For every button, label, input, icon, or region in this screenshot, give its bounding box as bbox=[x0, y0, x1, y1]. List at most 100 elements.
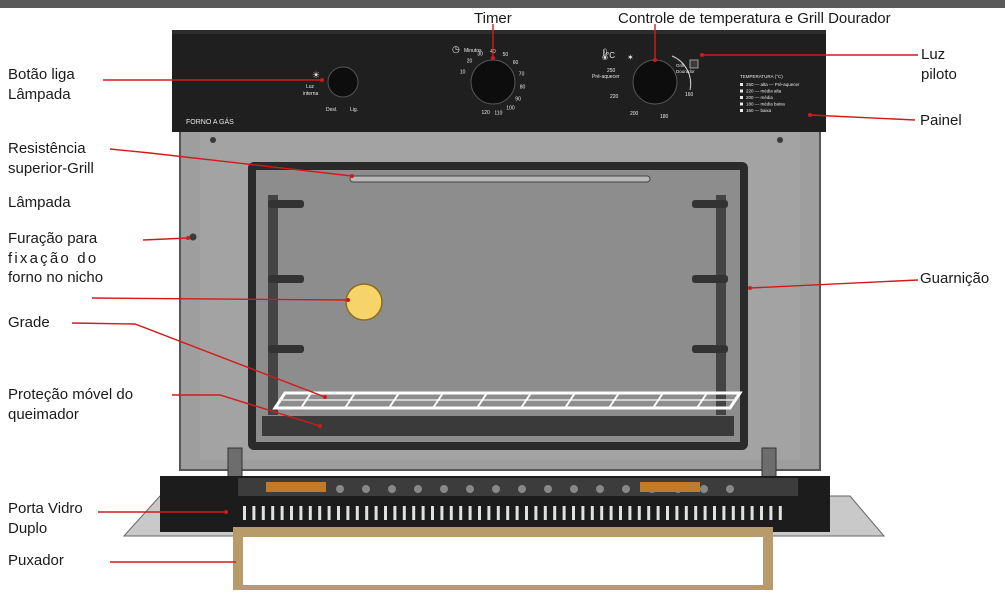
door-vent bbox=[600, 506, 604, 520]
door-vent bbox=[337, 506, 340, 520]
door-vent bbox=[572, 506, 575, 520]
door-bump bbox=[726, 485, 734, 493]
door-vent bbox=[694, 506, 698, 520]
left-hinge bbox=[227, 447, 243, 481]
door-vent bbox=[318, 506, 322, 520]
temp-table-title: TEMPERATURA (°C) bbox=[740, 74, 783, 79]
lamp-knob[interactable] bbox=[327, 66, 359, 98]
door-bump bbox=[466, 485, 474, 493]
timer-tick-label: 20 bbox=[467, 59, 473, 65]
door-vent bbox=[581, 506, 585, 520]
temp-table-bullet bbox=[740, 83, 743, 86]
label-handle: Puxador bbox=[8, 552, 64, 569]
door-vent bbox=[431, 506, 434, 520]
door-vent bbox=[609, 506, 613, 520]
label-fixing-2: fixação do bbox=[8, 250, 99, 267]
temp-mark: 160 bbox=[685, 92, 694, 98]
lamp-off-label: Desl. bbox=[326, 107, 337, 113]
grill-label: Grill bbox=[676, 63, 684, 68]
timer-tick-label: 30 bbox=[477, 51, 483, 57]
temp-table-bullet bbox=[740, 96, 743, 99]
left-rack-rail bbox=[268, 195, 278, 415]
frame-screw bbox=[777, 137, 783, 143]
temp-table-bullet bbox=[740, 109, 743, 112]
temp-table-bullet bbox=[740, 89, 743, 93]
door-vent bbox=[778, 506, 782, 520]
label-grill-1: Resistência bbox=[8, 140, 86, 157]
timer-knob[interactable] bbox=[470, 59, 516, 105]
timer-tick-label: 70 bbox=[519, 72, 525, 78]
door-vent bbox=[468, 506, 472, 520]
temp-mark: 200 bbox=[630, 111, 639, 117]
door-vent bbox=[327, 506, 331, 520]
door-handle bbox=[233, 527, 773, 595]
burner-protection bbox=[262, 416, 734, 436]
door-vent bbox=[421, 506, 425, 520]
label-door-1: Porta Vidro bbox=[8, 500, 83, 517]
door-vent bbox=[656, 506, 660, 520]
door-bump bbox=[700, 485, 708, 493]
door-vent bbox=[619, 506, 622, 520]
timer-tick-label: 60 bbox=[513, 60, 519, 66]
timer-tick-label: 80 bbox=[520, 84, 526, 90]
door-vent bbox=[590, 506, 594, 520]
timer-tick-label: 110 bbox=[494, 111, 502, 117]
door-vent bbox=[628, 506, 632, 520]
label-burner-2: queimador bbox=[8, 406, 79, 423]
temp-table-bullet bbox=[740, 102, 743, 106]
door-vent bbox=[440, 506, 444, 520]
door-vent bbox=[384, 506, 387, 520]
door-accent-right bbox=[640, 482, 700, 492]
label-pilot-2: piloto bbox=[921, 66, 957, 83]
door-vent bbox=[722, 506, 726, 520]
door-accent-left bbox=[266, 482, 326, 492]
label-temp-control: Controle de temperatura e Grill Dourador bbox=[618, 10, 891, 27]
oven-diagram: FORNO A GÁS ☀ Luz interna Desl. Lig. ◷ M… bbox=[0, 0, 1005, 595]
door-vent bbox=[487, 506, 491, 520]
pilot-light bbox=[689, 59, 699, 69]
label-lamp: Lâmpada bbox=[8, 194, 71, 211]
label-panel: Painel bbox=[920, 112, 962, 129]
temp-mark: 180 bbox=[660, 114, 669, 120]
door-vent bbox=[713, 506, 716, 520]
door-vent bbox=[506, 506, 510, 520]
door-bump bbox=[492, 485, 500, 493]
door-bump bbox=[440, 485, 448, 493]
door-vent bbox=[290, 506, 293, 520]
frame-screw bbox=[210, 137, 216, 143]
door-vent bbox=[459, 506, 463, 520]
label-burner-1: Proteção móvel do bbox=[8, 386, 134, 403]
fixing-hole bbox=[189, 233, 197, 241]
door-vent bbox=[412, 506, 416, 520]
label-pilot-1: Luz bbox=[921, 46, 946, 63]
door-vent bbox=[374, 506, 378, 520]
timer-tick-label: 100 bbox=[506, 106, 515, 112]
door-vent bbox=[449, 506, 453, 520]
door-vent bbox=[402, 506, 406, 520]
door-vent bbox=[750, 506, 754, 520]
door-vent bbox=[543, 506, 547, 520]
label-gasket: Guarnição bbox=[920, 270, 990, 287]
right-rack-rail bbox=[716, 195, 726, 415]
label-fixing-1: Furação para bbox=[8, 230, 98, 247]
top-bar bbox=[0, 0, 1005, 8]
door-vent bbox=[478, 506, 481, 520]
temperature-knob[interactable] bbox=[632, 59, 678, 105]
door-vent bbox=[553, 506, 557, 520]
door-vent bbox=[271, 506, 275, 520]
door-vent bbox=[731, 506, 735, 520]
door-bump bbox=[544, 485, 552, 493]
lamp-on-label: Lig. bbox=[350, 107, 358, 113]
door-bump bbox=[336, 485, 344, 493]
lamp-bulb bbox=[345, 283, 383, 321]
door-vent bbox=[769, 506, 773, 520]
lamp-knob-label: interna bbox=[303, 91, 319, 97]
door-vent bbox=[496, 506, 500, 520]
door-bump bbox=[622, 485, 630, 493]
door-vent bbox=[534, 506, 538, 520]
temp-mark: Pré-aquecer bbox=[592, 74, 620, 80]
temp-table-row: 250 — alta — Pré-aquecer bbox=[746, 82, 800, 87]
grill-label: Dourador bbox=[676, 69, 695, 74]
timer-tick-label: 10 bbox=[460, 69, 466, 75]
door-vent bbox=[666, 506, 669, 520]
